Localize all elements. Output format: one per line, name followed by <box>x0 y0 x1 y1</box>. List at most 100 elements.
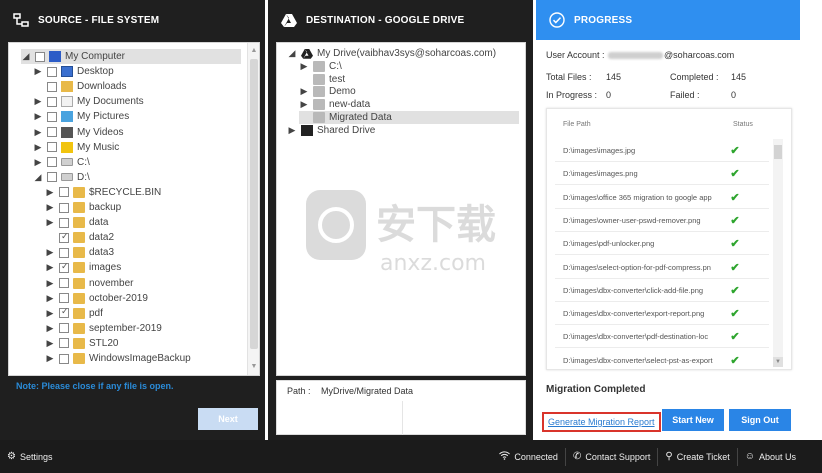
destination-tree-node[interactable]: ▶ C:\ <box>299 60 342 73</box>
expand-arrow-icon[interactable]: ▶ <box>33 142 43 153</box>
expand-arrow-icon[interactable]: ▶ <box>33 111 43 122</box>
node-checkbox[interactable] <box>59 306 69 319</box>
source-tree-node[interactable]: ▶ STL20 <box>45 336 118 351</box>
source-tree-node[interactable]: ▶ november <box>45 276 133 291</box>
about-us-button[interactable]: ☺ About Us <box>738 440 822 473</box>
expand-arrow-icon[interactable]: ▶ <box>287 125 297 136</box>
collapse-arrow-icon[interactable]: ◢ <box>33 172 43 183</box>
create-ticket-button[interactable]: ⚲ Create Ticket <box>658 440 736 473</box>
expand-arrow-icon[interactable]: ▶ <box>33 96 43 107</box>
expand-arrow-icon[interactable]: ▶ <box>45 353 55 364</box>
table-scroll-thumb[interactable] <box>774 145 782 159</box>
node-checkbox[interactable] <box>47 111 57 122</box>
node-checkbox[interactable] <box>47 157 57 168</box>
node-checkbox[interactable] <box>47 142 57 153</box>
table-scrollbar[interactable]: ▼ <box>773 139 783 367</box>
source-tree-node[interactable]: ▶ october-2019 <box>45 291 148 306</box>
source-tree-scrollbar[interactable]: ▲ ▼ <box>247 43 259 375</box>
source-tree-node[interactable]: ▶ WindowsImageBackup <box>45 351 191 366</box>
expand-arrow-icon[interactable]: ▶ <box>45 293 55 304</box>
folder-icon <box>73 202 85 213</box>
node-checkbox[interactable] <box>59 202 69 213</box>
path-divider <box>402 401 403 435</box>
expand-arrow-icon[interactable]: ▶ <box>33 66 43 77</box>
source-tree-node[interactable]: ◢ My Computer <box>21 49 241 64</box>
node-checkbox[interactable] <box>47 172 57 183</box>
source-tree[interactable]: ◢ My Computer ▶ Desktop Downloads ▶ My Documen… <box>8 42 260 376</box>
expand-arrow-icon[interactable]: ▶ <box>33 127 43 138</box>
node-checkbox[interactable] <box>59 323 69 334</box>
destination-tree-node[interactable]: test <box>299 73 345 86</box>
source-tree-node[interactable]: ▶ september-2019 <box>45 321 162 336</box>
destination-tree-node[interactable]: ▶ new-data <box>299 98 370 111</box>
source-tree-node[interactable]: ▶ My Videos <box>33 125 124 140</box>
node-checkbox[interactable] <box>47 81 57 92</box>
node-checkbox[interactable] <box>47 96 57 107</box>
source-tree-node[interactable]: ▶ My Documents <box>33 94 144 109</box>
node-checkbox[interactable] <box>35 51 45 62</box>
node-checkbox[interactable] <box>59 338 69 349</box>
source-tree-node[interactable]: ▶ $RECYCLE.BIN <box>45 185 161 200</box>
expand-arrow-icon[interactable]: ▶ <box>33 157 43 168</box>
collapse-arrow-icon[interactable]: ◢ <box>21 51 31 62</box>
destination-tree-node[interactable]: ◢ My Drive(vaibhav3sys@soharcoas.com) <box>287 47 497 60</box>
folder-icon <box>73 292 85 304</box>
expand-arrow-icon[interactable]: ▶ <box>299 61 309 72</box>
next-button[interactable]: Next <box>198 408 258 430</box>
node-checkbox[interactable] <box>59 217 69 228</box>
scroll-up-icon[interactable]: ▲ <box>248 45 259 57</box>
expand-arrow-icon[interactable]: ▶ <box>299 99 309 110</box>
expand-arrow-icon[interactable]: ▶ <box>45 217 55 228</box>
expand-arrow-icon[interactable]: ▶ <box>45 278 55 289</box>
expand-arrow-icon[interactable]: ▶ <box>45 323 55 334</box>
destination-tree[interactable]: ◢ My Drive(vaibhav3sys@soharcoas.com) ▶ C:\… <box>276 42 526 376</box>
scroll-thumb[interactable] <box>250 59 258 349</box>
expand-arrow-icon[interactable]: ▶ <box>45 247 55 258</box>
start-new-button[interactable]: Start New <box>662 409 724 431</box>
source-tree-node[interactable]: ▶ data3 <box>45 245 114 260</box>
source-tree-node[interactable]: ▶ C:\ <box>33 155 90 170</box>
source-tree-node[interactable]: ▶ Desktop <box>33 64 114 79</box>
node-checkbox[interactable] <box>59 278 69 288</box>
expand-arrow-icon[interactable]: ▶ <box>45 338 55 349</box>
node-checkbox[interactable] <box>59 187 69 198</box>
node-checkbox[interactable] <box>59 231 69 243</box>
scroll-down-icon[interactable]: ▼ <box>773 357 783 367</box>
node-checkbox[interactable] <box>47 127 57 137</box>
source-tree-node[interactable]: data2 <box>45 230 114 245</box>
progress-header: PROGRESS <box>536 0 800 40</box>
collapse-arrow-icon[interactable]: ◢ <box>287 48 297 59</box>
source-tree-node[interactable]: ▶ backup <box>45 200 121 215</box>
expand-arrow-icon[interactable]: ▶ <box>45 262 55 273</box>
node-checkbox[interactable] <box>59 293 69 304</box>
source-tree-node[interactable]: Downloads <box>33 79 126 94</box>
destination-tree-node[interactable]: ▶ Demo <box>299 85 356 98</box>
node-label: data3 <box>89 247 115 259</box>
source-tree-node[interactable]: ▶ data <box>45 215 108 230</box>
node-checkbox[interactable] <box>47 66 57 77</box>
expand-arrow-icon[interactable]: ▶ <box>45 187 55 198</box>
node-label: Migrated Data <box>329 112 392 123</box>
scroll-down-icon[interactable]: ▼ <box>248 361 259 373</box>
source-tree-node[interactable]: ▶ My Music <box>33 140 119 155</box>
source-tree-node[interactable]: ◢ D:\ <box>33 170 90 185</box>
node-checkbox[interactable] <box>59 353 69 364</box>
folder-icon <box>313 86 325 98</box>
expand-arrow-icon[interactable]: ▶ <box>45 308 55 319</box>
check-circle-icon <box>548 11 566 29</box>
sign-out-button[interactable]: Sign Out <box>729 409 791 431</box>
generate-report-link[interactable]: Generate Migration Report <box>542 412 661 432</box>
source-tree-node[interactable]: ▶ images <box>45 260 121 275</box>
node-checkbox[interactable] <box>59 247 69 258</box>
destination-tree-node[interactable]: Migrated Data <box>299 111 519 124</box>
source-tree-node[interactable]: ▶ My Pictures <box>33 109 129 124</box>
destination-tree-node[interactable]: ▶ Shared Drive <box>287 124 375 137</box>
table-row: D:\images\office 365 migration to google… <box>555 187 769 209</box>
node-label: data2 <box>89 232 115 244</box>
settings-button[interactable]: ⚙ Settings <box>0 440 60 473</box>
node-checkbox[interactable] <box>59 261 69 273</box>
contact-support-button[interactable]: ✆ Contact Support <box>566 440 657 473</box>
expand-arrow-icon[interactable]: ▶ <box>45 202 55 213</box>
expand-arrow-icon[interactable]: ▶ <box>299 86 309 97</box>
source-tree-node[interactable]: ▶ pdf <box>45 306 103 321</box>
